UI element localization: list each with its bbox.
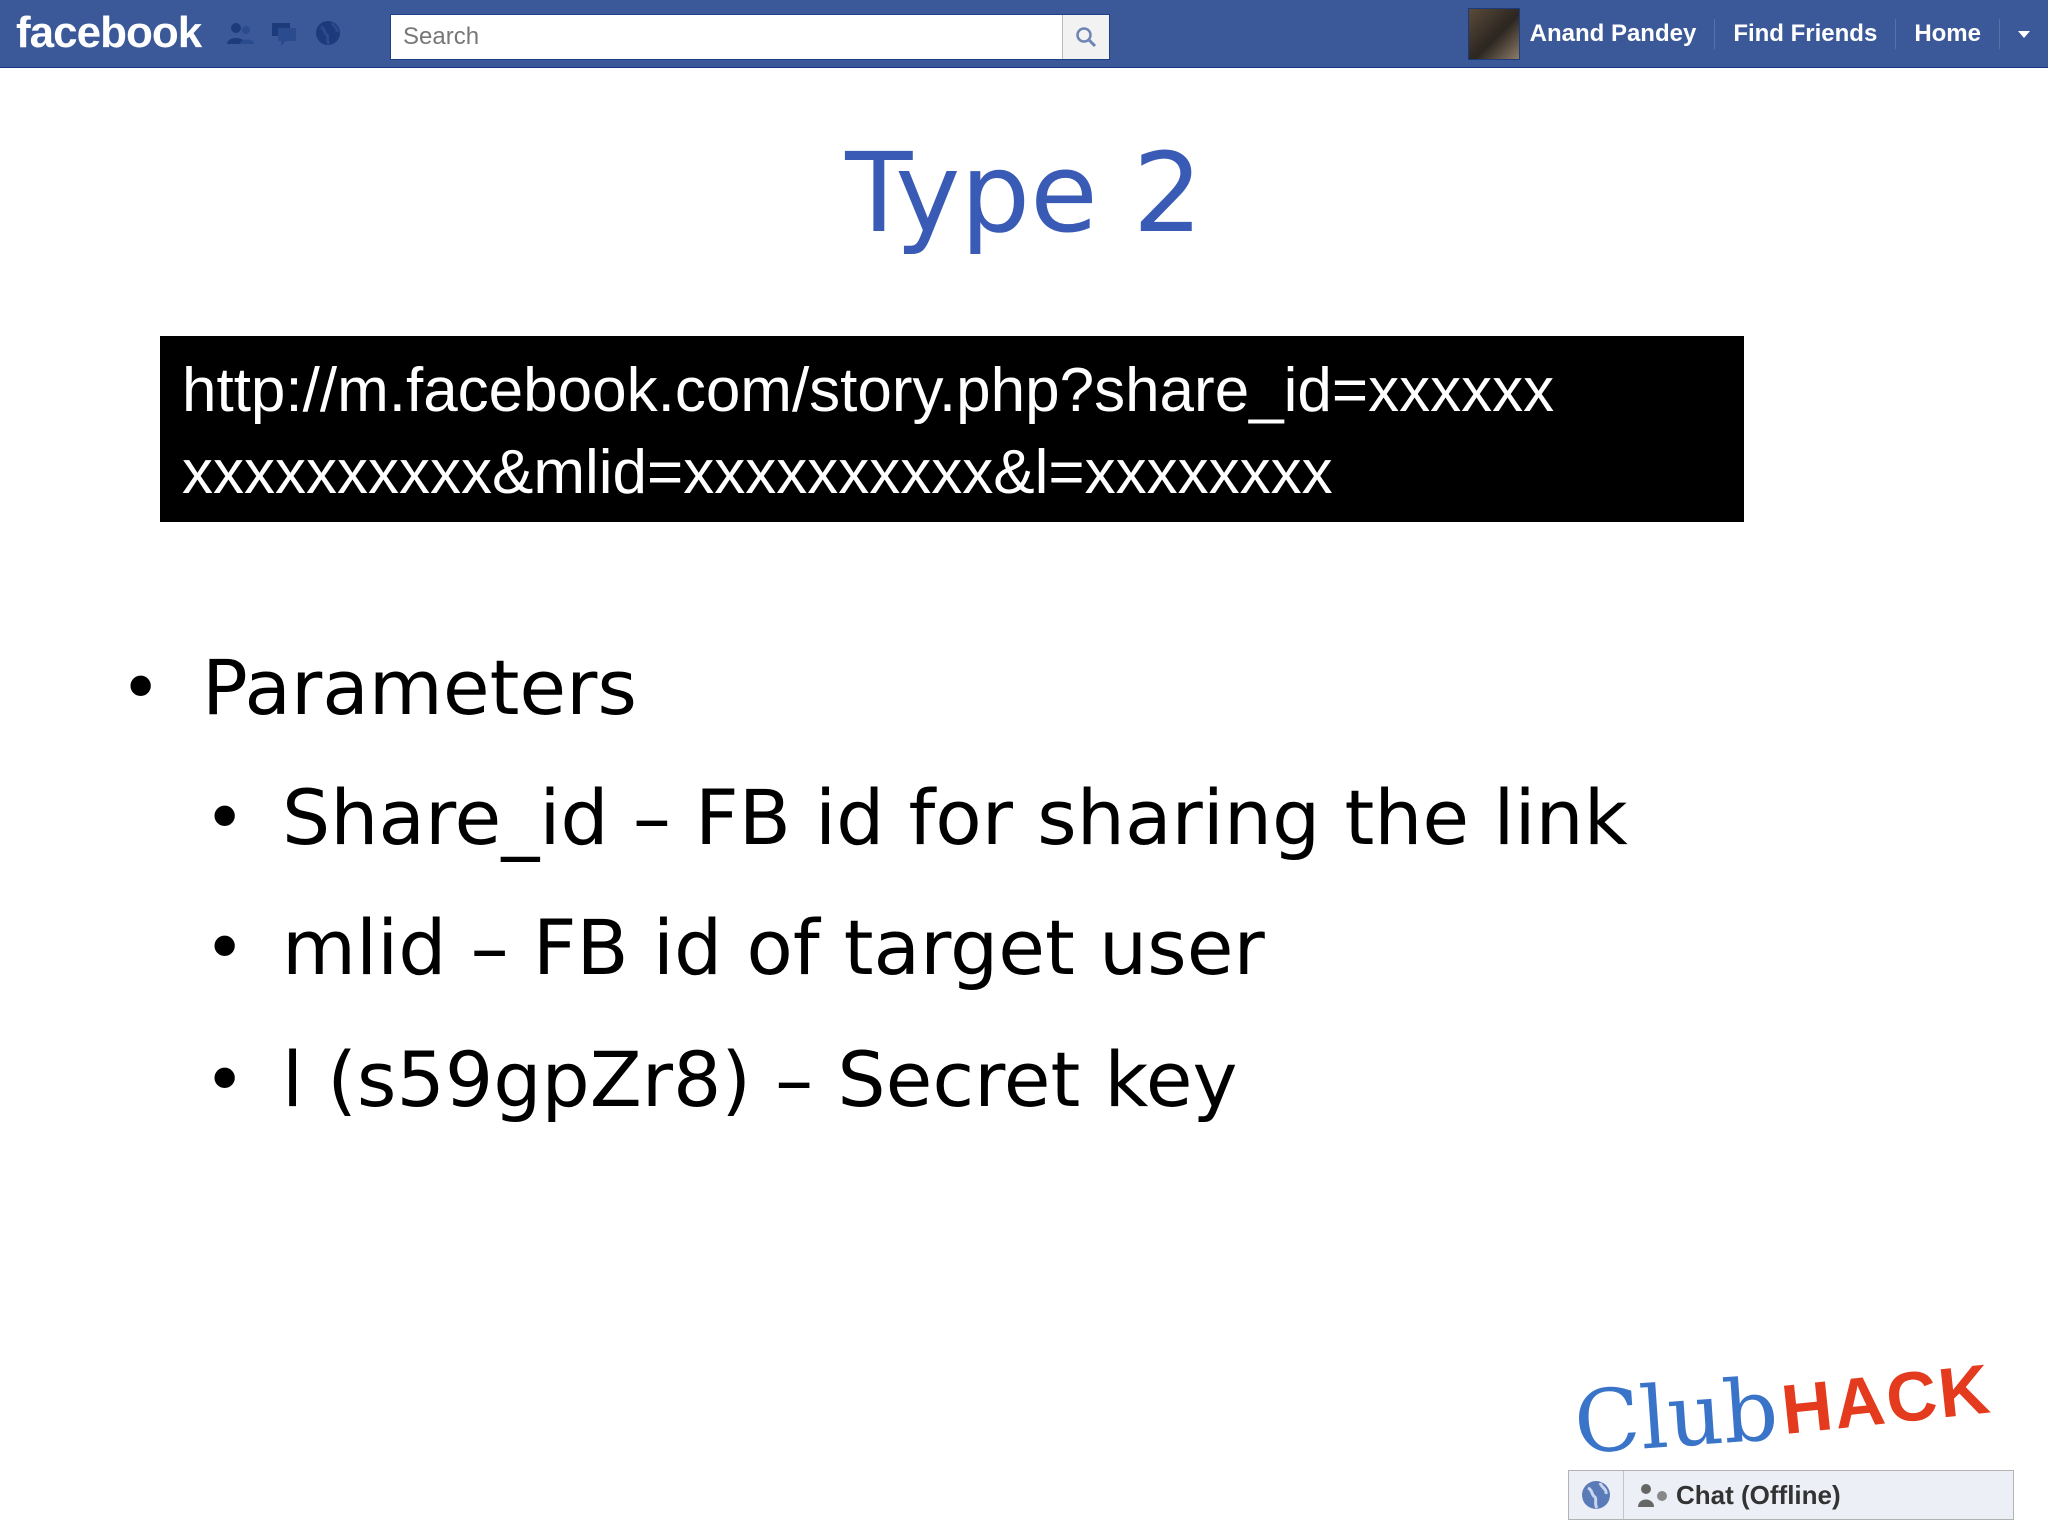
- url-example-box: http://m.facebook.com/story.php?share_id…: [160, 336, 1744, 522]
- bullet-text: Parameters: [202, 643, 637, 732]
- clubhack-logo-hack: HACK: [1777, 1349, 1995, 1450]
- bullet-text: l (s59gpZr8) – Secret key: [282, 1035, 1238, 1124]
- chat-label: Chat (Offline): [1676, 1479, 1841, 1510]
- facebook-logo[interactable]: facebook: [16, 8, 202, 58]
- account-menu-button[interactable]: [2000, 0, 2048, 68]
- chevron-down-icon: [2018, 31, 2030, 38]
- facebook-top-bar: facebook Search Anand Pandey Find Friend…: [0, 0, 2048, 68]
- search-box: [390, 14, 1110, 60]
- chat-status-icon: [1636, 1480, 1670, 1510]
- bullet-dot: •: [120, 647, 162, 729]
- messages-icon[interactable]: [269, 18, 299, 48]
- bullet-dot: •: [204, 1039, 246, 1121]
- url-line-2: xxxxxxxxxx&mlid=xxxxxxxxxx&l=xxxxxxxx: [182, 438, 1333, 507]
- bullet-text: mlid – FB id of target user: [282, 903, 1265, 992]
- clubhack-logo: Club HACK: [1571, 1349, 1998, 1480]
- find-friends-link[interactable]: Find Friends: [1715, 19, 1897, 49]
- bullet-dot: •: [204, 907, 246, 989]
- url-line-1: http://m.facebook.com/story.php?share_id…: [182, 356, 1555, 425]
- profile-link[interactable]: Anand Pandey: [1530, 19, 1716, 49]
- search-icon: [1076, 27, 1097, 48]
- slide-title: Type 2: [845, 129, 1203, 257]
- clubhack-logo-club: Club: [1571, 1360, 1782, 1474]
- bullet-dot: •: [204, 777, 246, 859]
- friend-requests-icon[interactable]: [225, 18, 255, 48]
- notifications-globe-icon[interactable]: [313, 18, 343, 48]
- home-link[interactable]: Home: [1896, 19, 2000, 49]
- chat-bar[interactable]: Chat (Offline): [1568, 1470, 2014, 1520]
- globe-icon[interactable]: [1569, 1471, 1624, 1519]
- search-button[interactable]: [1062, 15, 1109, 59]
- notification-jewels: [225, 18, 343, 48]
- search-input[interactable]: [391, 15, 1063, 59]
- top-nav: Anand Pandey Find Friends Home: [1467, 0, 2048, 68]
- bullet-text: Share_id – FB id for sharing the link: [282, 773, 1628, 862]
- user-avatar[interactable]: [1467, 8, 1520, 60]
